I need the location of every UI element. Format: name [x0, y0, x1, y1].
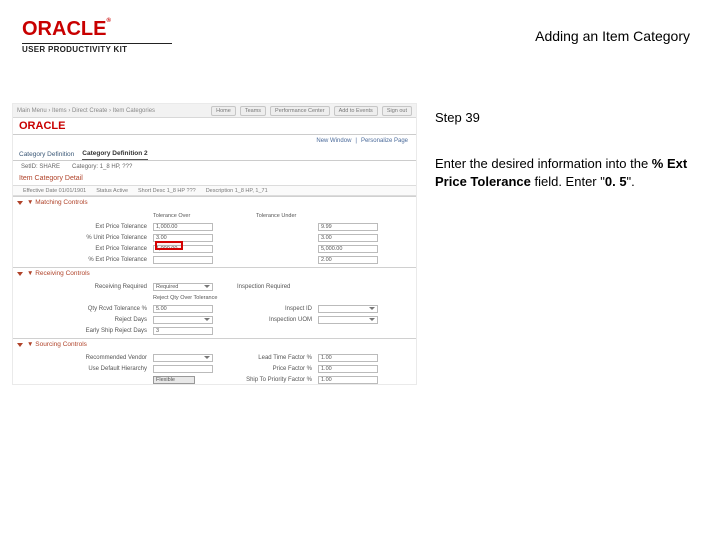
- fld-recv-req[interactable]: Required: [153, 283, 213, 291]
- fld-shipto[interactable]: 1.00: [318, 376, 378, 384]
- detail-subbar: Effective Date 01/01/1901 Status Active …: [13, 185, 416, 196]
- lbl-shipto: Ship To Priority Factor %: [195, 377, 318, 383]
- tab-cat-def[interactable]: Category Definition: [19, 151, 74, 160]
- fld-insp-id[interactable]: [318, 305, 378, 313]
- receiving-form: Receiving RequiredRequiredInspection Req…: [13, 279, 416, 338]
- section-sourcing[interactable]: ▼ Sourcing Controls: [13, 338, 416, 350]
- app-logo: ORACLE: [19, 120, 65, 132]
- instruction-text: Enter the desired information into the %…: [435, 155, 697, 190]
- headline-row: SetID: SHARE Category: 1_8 HP, ???: [13, 161, 416, 173]
- page-title: Adding an Item Category: [535, 28, 690, 44]
- nav-add[interactable]: Add to Events: [334, 106, 378, 116]
- lbl-ext-price-tol2: Ext Price Tolerance: [13, 246, 153, 252]
- eff-date: Effective Date 01/01/1901: [23, 188, 86, 194]
- fld-price-factor[interactable]: 1.00: [318, 365, 378, 373]
- fld-ext-price-tol2-under[interactable]: 5,000.00: [318, 245, 378, 253]
- fld-rec-vendor[interactable]: [153, 354, 213, 362]
- category: Category: 1_8 HP, ???: [72, 164, 132, 170]
- lbl-price-factor: Price Factor %: [213, 366, 318, 372]
- app-logo-row: ORACLE: [13, 118, 416, 135]
- fld-leadtime[interactable]: 1.00: [318, 354, 378, 362]
- instr-end: ".: [627, 174, 635, 189]
- highlight-box: [155, 241, 183, 250]
- short-desc: Short Desc 1_8 HP ???: [138, 188, 196, 194]
- lbl-insp-uom: Inspection UOM: [213, 317, 318, 323]
- breadcrumb-bar: Main Menu › Items › Direct Create › Item…: [13, 104, 416, 118]
- desc: Description 1_8 HP, 1_71: [206, 188, 268, 194]
- app-screenshot: Main Menu › Items › Direct Create › Item…: [12, 103, 417, 385]
- lbl-rec-vendor: Recommended Vendor: [13, 355, 153, 361]
- fld-default-hier[interactable]: [153, 365, 213, 373]
- lbl-insp-id: Inspect ID: [213, 306, 318, 312]
- lbl-pct-ext-price-tol: % Ext Price Tolerance: [13, 257, 153, 263]
- chevron-down-icon: [17, 201, 23, 205]
- lbl-default-hier: Use Default Hierarchy: [13, 366, 153, 372]
- fld-ext-price-tol-over[interactable]: 1,000.00: [153, 223, 213, 231]
- lbl-leadtime: Lead Time Factor %: [213, 355, 318, 361]
- tabs: Category Definition Category Definition …: [13, 147, 416, 161]
- chevron-down-icon: [17, 343, 23, 347]
- chk-reject-qty[interactable]: Reject Qty Over Tolerance: [153, 295, 217, 301]
- fld-qty-tol[interactable]: 5.00: [153, 305, 213, 313]
- lbl-recv-req: Receiving Required: [13, 284, 153, 290]
- pct-ext-price-tolerance-field[interactable]: [153, 256, 213, 264]
- lbl-ext-price-tol: Ext Price Tolerance: [13, 224, 153, 230]
- instr-pre: Enter the desired information into the: [435, 156, 652, 171]
- personalize-link[interactable]: Personalize Page: [361, 138, 408, 144]
- nav-signout[interactable]: Sign out: [382, 106, 412, 116]
- section-item-detail: Item Category Detail: [13, 173, 416, 185]
- tab-cat-def-2[interactable]: Category Definition 2: [82, 150, 147, 160]
- btn-flexible[interactable]: Flexible: [153, 376, 195, 384]
- fld-insp-uom[interactable]: [318, 316, 378, 324]
- instr-post: field. Enter ": [531, 174, 605, 189]
- col-over: Tolerance Over: [153, 213, 198, 219]
- fld-early-ship[interactable]: 3: [153, 327, 213, 335]
- chevron-down-icon: [17, 272, 23, 276]
- lbl-qty-tol: Qty Rcvd Tolerance %: [13, 306, 153, 312]
- lbl-unit-price-tol: % Unit Price Tolerance: [13, 235, 153, 241]
- lbl-reject-days: Reject Days: [13, 317, 153, 323]
- brand-logo: ORACLE® USER PRODUCTIVITY KIT: [22, 18, 172, 54]
- fld-unit-price-tol-under[interactable]: 3.00: [318, 234, 378, 242]
- fld-reject-days[interactable]: [153, 316, 213, 324]
- section-matching[interactable]: ▼ Matching Controls: [13, 196, 416, 208]
- nav-home[interactable]: Home: [211, 106, 236, 116]
- fld-ext-price-tol-under[interactable]: 9.99: [318, 223, 378, 231]
- col-under: Tolerance Under: [256, 213, 301, 219]
- fld-pct-ext-under[interactable]: 2.00: [318, 256, 378, 264]
- nav-teams[interactable]: Teams: [240, 106, 266, 116]
- nav-perf[interactable]: Performance Center: [270, 106, 330, 116]
- status: Status Active: [96, 188, 128, 194]
- lbl-early-ship: Early Ship Reject Days: [13, 328, 153, 334]
- instr-value: 0. 5: [605, 174, 627, 189]
- section-receiving[interactable]: ▼ Receiving Controls: [13, 267, 416, 279]
- personalize-bar: New Window | Personalize Page: [13, 135, 416, 147]
- brand-kit: USER PRODUCTIVITY KIT: [22, 43, 172, 54]
- chk-insp-req[interactable]: Inspection Required: [213, 284, 318, 290]
- brand-word: ORACLE®: [22, 18, 172, 41]
- step-label: Step 39: [435, 110, 687, 125]
- sourcing-form: Recommended VendorLead Time Factor %1.00…: [13, 350, 416, 385]
- matching-form: Tolerance Over Tolerance Under Ext Price …: [13, 208, 416, 267]
- new-window-link[interactable]: New Window: [316, 138, 351, 144]
- setid: SetID: SHARE: [21, 164, 60, 170]
- breadcrumb: Main Menu › Items › Direct Create › Item…: [17, 108, 155, 114]
